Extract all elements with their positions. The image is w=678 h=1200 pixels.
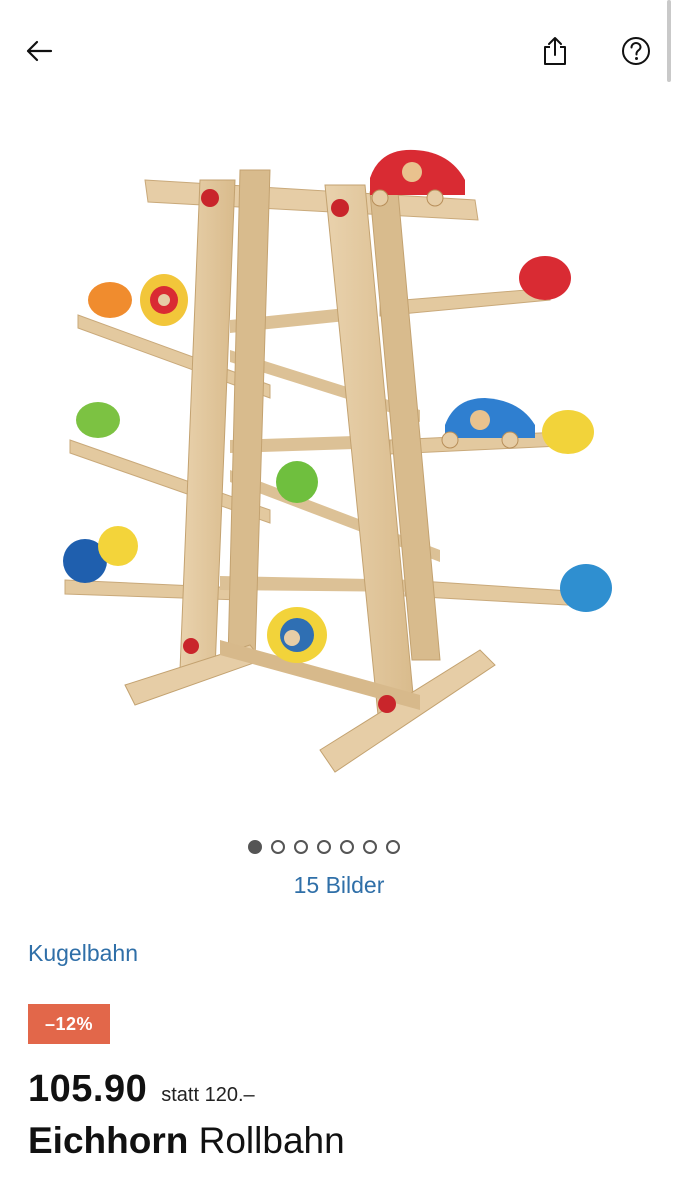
product-image — [63, 149, 612, 773]
product-title: Eichhorn Rollbahn — [28, 1120, 345, 1162]
discount-badge: –12% — [28, 1004, 110, 1044]
image-count-link[interactable]: 15 Bilder — [0, 872, 678, 899]
current-price: 105.90 — [28, 1068, 148, 1110]
product-name: Rollbahn — [198, 1120, 345, 1161]
pagination-dot[interactable] — [248, 840, 262, 854]
share-button[interactable] — [530, 26, 580, 76]
pagination-dot[interactable] — [386, 840, 400, 854]
pagination-dot[interactable] — [317, 840, 331, 854]
question-circle-icon — [622, 37, 650, 65]
pagination-dot[interactable] — [271, 840, 285, 854]
share-icon — [544, 37, 566, 65]
pagination-dot[interactable] — [363, 840, 377, 854]
scrollbar[interactable] — [667, 0, 671, 82]
pagination-dot[interactable] — [294, 840, 308, 854]
arrow-left-icon — [26, 40, 53, 62]
product-brand: Eichhorn — [28, 1120, 189, 1161]
back-button[interactable] — [14, 26, 64, 76]
product-image-gallery[interactable] — [0, 120, 678, 820]
category-link[interactable]: Kugelbahn — [28, 940, 138, 967]
old-price: statt 120.– — [161, 1084, 255, 1106]
price-row: 105.90 statt 120.– — [28, 1068, 255, 1111]
product-detail-page: 15 Bilder Kugelbahn –12% 105.90 statt 12… — [0, 0, 678, 1200]
pagination-dot[interactable] — [340, 840, 354, 854]
gallery-pagination — [248, 837, 438, 857]
help-button[interactable] — [611, 26, 661, 76]
